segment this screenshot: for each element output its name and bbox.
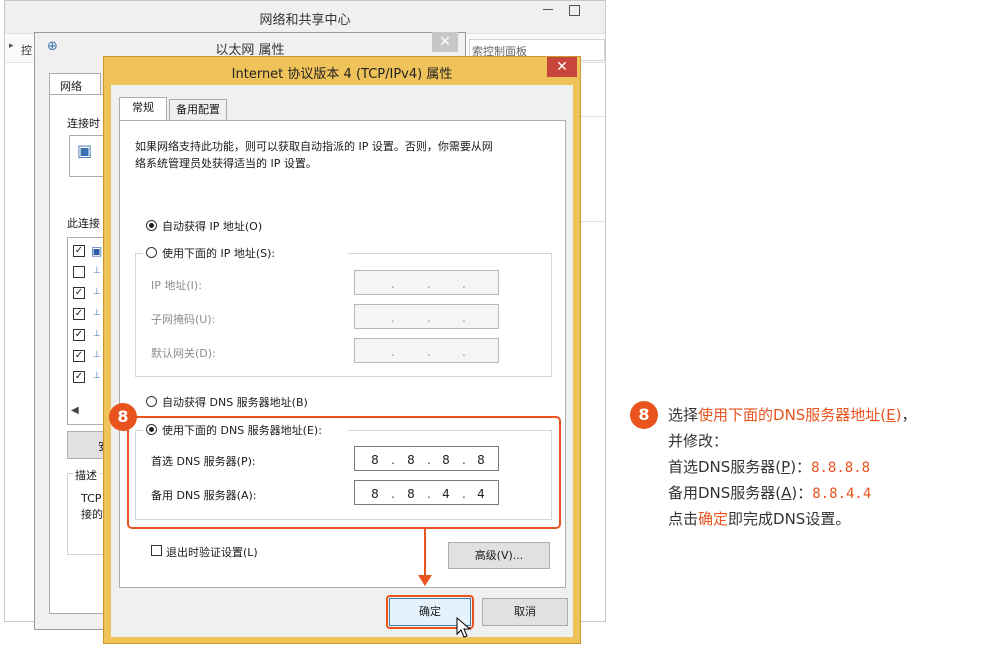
ip-dot: . <box>391 345 395 359</box>
instruction-key: P <box>781 458 791 476</box>
item-checkbox[interactable]: ✓ <box>73 371 85 383</box>
dns-auto-radio[interactable] <box>146 396 157 407</box>
cancel-button[interactable]: 取消 <box>482 598 568 626</box>
window-title: 网络和共享中心 <box>259 13 351 28</box>
instruction-line: 首选DNS服务器(P)：8.8.8.8 <box>668 454 870 481</box>
intro-text: 络系统管理员处获得适当的 IP 设置。 <box>135 157 317 170</box>
ip-dot: . <box>427 311 431 325</box>
protocol-icon: ⊥ <box>93 329 101 339</box>
validate-checkbox[interactable] <box>151 545 162 556</box>
instruction-text: 备用DNS服务器( <box>668 484 782 502</box>
item-checkbox[interactable]: ✓ <box>73 245 85 257</box>
ip-address-field[interactable]: . . . <box>354 270 499 295</box>
dns-value: 8.8.8.8 <box>811 460 871 476</box>
ip-dot: . <box>462 311 466 325</box>
item-checkbox[interactable] <box>73 266 85 278</box>
arrow-line <box>424 529 426 577</box>
ip-manual-radio[interactable] <box>146 247 157 258</box>
protocol-icon: ⊥ <box>93 350 101 360</box>
dns-value: 8.8.4.4 <box>812 486 872 502</box>
instruction-text: )： <box>791 484 813 502</box>
tab-network[interactable]: 网络 <box>49 73 101 95</box>
protocol-icon: ⊥ <box>93 308 101 318</box>
step-badge: 8 <box>109 403 137 431</box>
step-badge: 8 <box>630 401 658 429</box>
ip-auto-radio[interactable] <box>146 220 157 231</box>
instruction-highlight: 确定 <box>698 510 729 528</box>
instruction-text: 选择 <box>668 406 699 424</box>
instruction-line: 点击确定即完成DNS设置。 <box>668 506 850 532</box>
instruction-text: )： <box>790 458 812 476</box>
network-adapter-icon: ▣ <box>77 141 93 160</box>
validate-label[interactable]: 退出时验证设置(L) <box>166 544 258 560</box>
ip-dot: . <box>427 345 431 359</box>
instruction-line: 选择使用下面的DNS服务器地址(E)， <box>668 402 917 428</box>
scroll-left-icon[interactable]: ◀ <box>71 405 79 416</box>
item-checkbox[interactable]: ✓ <box>73 329 85 341</box>
chevron-right-icon[interactable]: ▸ <box>9 41 14 51</box>
install-button[interactable]: 安 <box>67 431 109 459</box>
client-icon: ▣ <box>91 244 103 258</box>
subnet-mask-field[interactable]: . . . <box>354 304 499 329</box>
ip-dot: . <box>391 277 395 291</box>
item-checkbox[interactable]: ✓ <box>73 350 85 362</box>
ip-address-label: IP 地址(I): <box>151 279 202 292</box>
items-label: 此连接 <box>67 217 100 230</box>
instruction-highlight: 使用下面的DNS服务器地址( <box>698 406 887 424</box>
ip-dot: . <box>462 345 466 359</box>
item-checkbox[interactable]: ✓ <box>73 287 85 299</box>
close-button[interactable]: ✕ <box>432 32 458 52</box>
maximize-button[interactable] <box>569 5 580 16</box>
protocol-icon: ⊥ <box>93 287 101 297</box>
tab-alternate-config[interactable]: 备用配置 <box>169 99 227 121</box>
ip-dot: . <box>391 311 395 325</box>
instruction-text: 即完成DNS设置。 <box>728 510 851 528</box>
protocol-icon: ⊥ <box>93 371 101 381</box>
ip-auto-label[interactable]: 自动获得 IP 地址(O) <box>162 218 262 234</box>
ip-dot: . <box>427 277 431 291</box>
instruction-line: 并修改： <box>668 432 729 450</box>
mouse-cursor-icon <box>456 617 472 638</box>
subnet-mask-label: 子网掩码(U): <box>151 313 216 326</box>
dns-highlight-box <box>127 416 561 529</box>
ip-manual-label[interactable]: 使用下面的 IP 地址(S): <box>162 245 275 261</box>
instruction-key: A <box>781 484 792 502</box>
dns-auto-label[interactable]: 自动获得 DNS 服务器地址(B) <box>162 394 308 410</box>
breadcrumb[interactable]: 控 <box>21 42 32 58</box>
advanced-button[interactable]: 高级(V)... <box>448 542 550 569</box>
instruction-highlight: E <box>886 406 896 424</box>
tab-general[interactable]: 常规 <box>119 97 167 121</box>
arrow-down-icon <box>418 575 432 586</box>
instruction-text: 首选DNS服务器( <box>668 458 782 476</box>
instruction-text: ， <box>901 406 917 424</box>
protocol-icon: ⊥ <box>93 266 101 276</box>
close-button[interactable]: ✕ <box>547 57 577 77</box>
dialog-title: Internet 协议版本 4 (TCP/IPv4) 属性 <box>231 67 453 82</box>
description-label: 描述 <box>73 467 99 483</box>
intro-text: 如果网络支持此功能，则可以获取自动指派的 IP 设置。否则，你需要从网 <box>135 140 493 153</box>
gateway-field[interactable]: . . . <box>354 338 499 363</box>
instruction-line: 备用DNS服务器(A)：8.8.4.4 <box>668 480 871 507</box>
instruction-text: 点击 <box>668 510 699 528</box>
minimize-button[interactable] <box>543 9 553 10</box>
connect-using-label: 连接时 <box>67 117 100 130</box>
item-checkbox[interactable]: ✓ <box>73 308 85 320</box>
gateway-label: 默认网关(D): <box>151 347 216 360</box>
ip-dot: . <box>462 277 466 291</box>
